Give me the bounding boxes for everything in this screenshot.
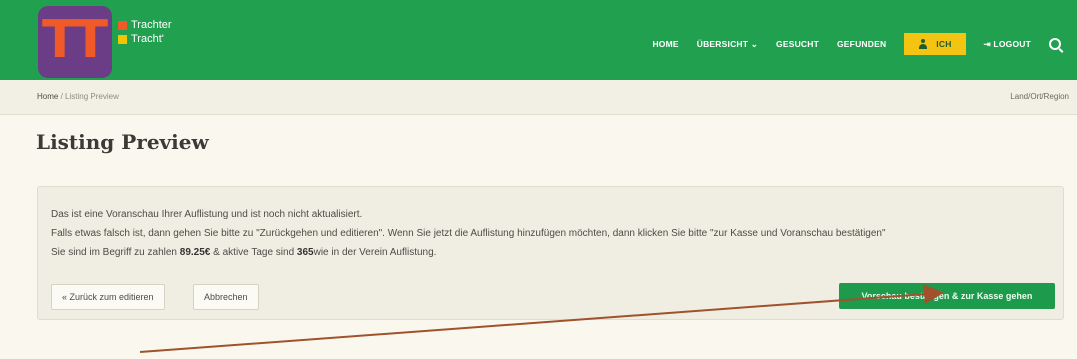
payment-mid: & aktive Tage sind bbox=[210, 247, 297, 258]
breadcrumb-home[interactable]: Home bbox=[37, 92, 58, 101]
brand-name[interactable]: Trachter Tracht' bbox=[118, 18, 172, 46]
brand-line-2: Tracht' bbox=[131, 33, 164, 45]
top-navbar: TT Trachter Tracht' HOME ÜBERSICHT ⌄ GES… bbox=[0, 0, 1077, 80]
nav-home[interactable]: HOME bbox=[652, 39, 678, 49]
breadcrumb-current: Listing Preview bbox=[65, 92, 119, 101]
search-icon[interactable] bbox=[1049, 38, 1061, 50]
user-icon bbox=[918, 39, 928, 49]
payment-amount: 89.25€ bbox=[179, 247, 211, 258]
breadcrumb-separator: / bbox=[60, 92, 63, 101]
brand-square-icon bbox=[118, 34, 127, 44]
checkout-button[interactable]: Vorschau bestätigen & zur Kasse gehen bbox=[839, 283, 1055, 309]
page-title: Listing Preview bbox=[36, 130, 209, 154]
breadcrumb-bar: Home / Listing Preview Land/Ort/Region bbox=[0, 80, 1077, 115]
payment-summary-line: Sie sind im Begriff zu zahlen 89.25€ & a… bbox=[51, 247, 436, 258]
payment-suffix: wie in der Verein Auflistung. bbox=[313, 247, 437, 258]
preview-info-line: Das ist eine Voranschau Ihrer Auflistung… bbox=[51, 209, 363, 220]
nav-gesucht[interactable]: GESUCHT bbox=[776, 39, 819, 49]
site-logo[interactable]: TT bbox=[38, 6, 112, 78]
nav-uebersicht[interactable]: ÜBERSICHT ⌄ bbox=[697, 39, 758, 50]
active-days: 365 bbox=[296, 247, 314, 258]
nav-gefunden[interactable]: GEFUNDEN bbox=[837, 39, 886, 49]
nav-ich-label: ICH bbox=[936, 39, 952, 49]
brand-square-icon bbox=[118, 20, 127, 30]
preview-instruction-line: Falls etwas falsch ist, dann gehen Sie b… bbox=[51, 228, 886, 239]
region-link[interactable]: Land/Ort/Region bbox=[1010, 92, 1069, 101]
nav-ich-button[interactable]: ICH bbox=[904, 33, 966, 55]
payment-prefix: Sie sind im Begriff zu zahlen bbox=[51, 247, 180, 258]
cancel-button[interactable]: Abbrechen bbox=[193, 284, 259, 310]
back-to-edit-button[interactable]: « Zurück zum editieren bbox=[51, 284, 165, 310]
main-nav: HOME ÜBERSICHT ⌄ GESUCHT GEFUNDEN ICH ⇥ … bbox=[652, 33, 1061, 55]
nav-logout[interactable]: ⇥ LOGOUT bbox=[984, 39, 1031, 50]
breadcrumb: Home / Listing Preview bbox=[37, 92, 119, 101]
brand-line-1: Trachter bbox=[131, 19, 172, 31]
logo-text: TT bbox=[42, 10, 108, 70]
preview-panel: Das ist eine Voranschau Ihrer Auflistung… bbox=[37, 186, 1064, 320]
